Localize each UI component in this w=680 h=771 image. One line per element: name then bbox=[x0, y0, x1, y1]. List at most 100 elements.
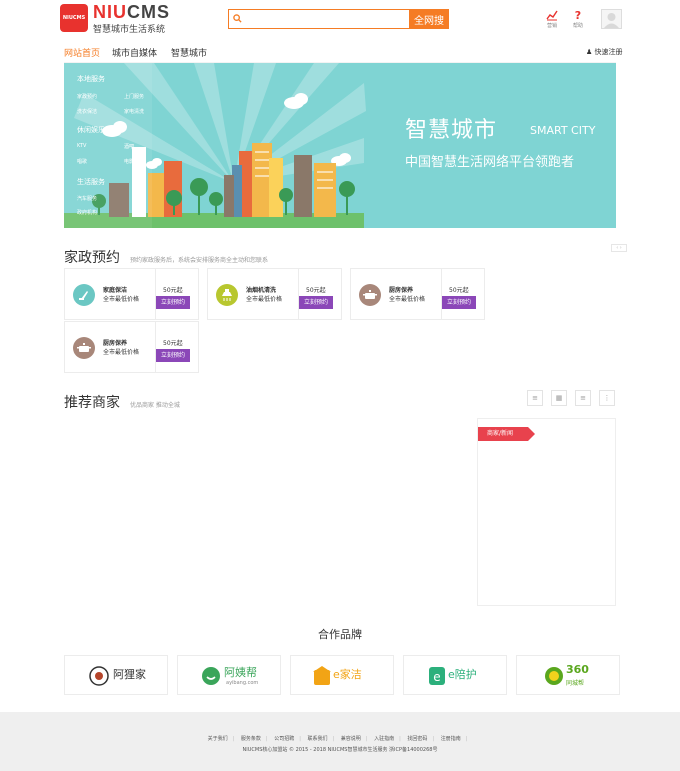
footer-link-separator: | bbox=[432, 736, 435, 742]
brand-logo-icon bbox=[313, 666, 331, 685]
service-name: 油烟机清洗 bbox=[246, 287, 277, 294]
service-card[interactable]: 家庭保洁 全市最低价格 50元起 立刻预约 bbox=[64, 268, 199, 320]
service-desc: 全市最低价格 bbox=[103, 349, 140, 356]
user-icon: ♟ bbox=[586, 48, 593, 56]
menu-item[interactable]: 唱歌 bbox=[77, 158, 87, 165]
service-card[interactable]: 厨房保养 全市最低价格 50元起 立刻预约 bbox=[64, 321, 199, 373]
menu-heading-local-services[interactable]: 本地服务 bbox=[77, 74, 105, 84]
pot-icon bbox=[73, 337, 95, 359]
footer-link[interactable]: 注册指南 bbox=[441, 735, 461, 742]
category-icon[interactable]: ≡ bbox=[575, 390, 591, 406]
menu-item[interactable]: 家电清洗 bbox=[124, 108, 144, 115]
book-now-button[interactable]: 立刻预约 bbox=[156, 296, 190, 309]
help-link[interactable]: ? 帮助 bbox=[567, 9, 589, 29]
search-box: 全网搜 bbox=[228, 9, 449, 29]
search-button[interactable]: 全网搜 bbox=[409, 9, 449, 29]
brand-sub: ayibang.com bbox=[226, 680, 259, 686]
grid-icon[interactable]: ▦ bbox=[551, 390, 567, 406]
nav-item-smart-city[interactable]: 智慧城市 bbox=[171, 46, 207, 59]
merchant-news-panel: 商家/新闻 bbox=[477, 418, 616, 606]
brand-name: e陪护 bbox=[448, 668, 477, 681]
brand-card[interactable]: 阿狸家 bbox=[64, 655, 168, 695]
banner-slogan: 中国智慧生活网络平台领跑者 bbox=[405, 155, 575, 170]
site-logo[interactable]: NIUCMS NIUCMS 智慧城市生活系统 bbox=[60, 2, 170, 36]
more-icon[interactable]: ⋮ bbox=[599, 390, 615, 406]
card-divider bbox=[155, 322, 156, 372]
service-desc: 全市最低价格 bbox=[389, 296, 426, 303]
brand-logo-icon: e bbox=[429, 667, 445, 685]
partners-title: 合作品牌 bbox=[318, 628, 362, 641]
hero-banner[interactable]: 本地服务 家政预约 上门服务 洗衣保洁 家电清洗 休闲娱乐 KTV 酒吧 唱歌 … bbox=[64, 63, 616, 228]
menu-item[interactable]: 酒吧 bbox=[124, 143, 134, 150]
footer-link-separator: | bbox=[399, 736, 401, 742]
nav-item-home[interactable]: 网站首页 bbox=[64, 46, 100, 59]
book-now-button[interactable]: 立刻预约 bbox=[299, 296, 333, 309]
footer-link-separator: | bbox=[299, 736, 301, 742]
card-divider bbox=[155, 269, 156, 319]
quick-register-label: 快速注册 bbox=[594, 48, 623, 56]
service-price: 50元起 bbox=[163, 340, 183, 347]
footer-link[interactable]: 联系我们 bbox=[308, 735, 328, 742]
svg-text:?: ? bbox=[575, 9, 581, 21]
range-hood-icon bbox=[216, 284, 238, 306]
card-divider bbox=[441, 269, 442, 319]
nav-item-city-media[interactable]: 城市自媒体 bbox=[112, 46, 157, 59]
footer-link-separator: | bbox=[265, 736, 268, 742]
service-card[interactable]: 厨房保养 全市最低价格 50元起 立刻预约 bbox=[350, 268, 485, 320]
menu-item[interactable]: 洗衣保洁 bbox=[77, 108, 97, 115]
footer-link[interactable]: 找回密码 bbox=[407, 735, 427, 742]
service-card[interactable]: 油烟机清洗 全市最低价格 50元起 立刻预约 bbox=[207, 268, 342, 320]
merchant-news-tag[interactable]: 商家/新闻 bbox=[478, 427, 535, 441]
brand-card[interactable]: e家洁 bbox=[290, 655, 394, 695]
site-footer: 关于我们 | 服务条款 | 公司招聘 | 联系我们 | 兼容说明 | 入驻指南 | 找回密码… bbox=[0, 712, 680, 771]
menu-item[interactable]: KTV bbox=[77, 143, 86, 149]
brand-card[interactable]: e e陪护 bbox=[403, 655, 507, 695]
menu-item[interactable]: 电影 bbox=[124, 158, 134, 165]
footer-link[interactable]: 公司招聘 bbox=[274, 735, 294, 742]
banner-title: 智慧城市 bbox=[405, 118, 498, 143]
brand-name: 阿姨帮 bbox=[224, 666, 257, 679]
footer-link[interactable]: 兼容说明 bbox=[341, 735, 361, 742]
brand-logo-icon bbox=[89, 666, 109, 686]
logo-subtitle: 智慧城市生活系统 bbox=[93, 25, 166, 35]
user-silhouette-icon bbox=[604, 13, 619, 28]
broom-icon bbox=[73, 284, 95, 306]
marketing-link[interactable]: 营销 bbox=[541, 9, 563, 29]
marketing-label: 营销 bbox=[546, 23, 557, 29]
chart-icon bbox=[546, 10, 558, 21]
question-icon: ? bbox=[575, 9, 581, 21]
footer-link[interactable]: 关于我们 bbox=[208, 735, 228, 742]
service-price: 50元起 bbox=[306, 287, 326, 294]
housekeeping-subtitle: 预约家政服务后，系统会安排服务商全主动和您联系 bbox=[130, 257, 269, 264]
footer-link[interactable]: 服务条款 bbox=[241, 735, 261, 742]
merchants-title: 推荐商家 bbox=[64, 395, 120, 411]
svg-text:e: e bbox=[433, 670, 440, 684]
search-input[interactable] bbox=[245, 10, 409, 28]
footer-link[interactable]: 入驻指南 bbox=[374, 735, 394, 742]
book-now-button[interactable]: 立刻预约 bbox=[156, 349, 190, 362]
footer-link-separator: | bbox=[332, 736, 335, 742]
brand-card[interactable]: 阿姨帮 ayibang.com bbox=[177, 655, 281, 695]
menu-item[interactable]: 家政预约 bbox=[77, 93, 97, 100]
menu-heading-life-services[interactable]: 生活服务 bbox=[77, 177, 105, 187]
brand-card[interactable]: 360 同城帮 bbox=[516, 655, 620, 695]
service-desc: 全市最低价格 bbox=[103, 296, 140, 303]
quick-register-link[interactable]: ♟ 快速注册 bbox=[586, 47, 623, 57]
brand-logo-icon bbox=[545, 667, 563, 685]
logo-wordmark: NIUCMS bbox=[93, 2, 170, 23]
avatar[interactable] bbox=[601, 9, 622, 29]
housekeeping-title: 家政预约 bbox=[64, 250, 120, 266]
menu-item[interactable]: 政府机构 bbox=[77, 209, 97, 216]
menu-item[interactable]: 汽车服务 bbox=[77, 195, 97, 202]
list-icon[interactable]: ≡ bbox=[527, 390, 543, 406]
slider-pager[interactable]: ‹ › bbox=[611, 244, 627, 252]
book-now-button[interactable]: 立刻预约 bbox=[442, 296, 476, 309]
footer-link-separator: | bbox=[365, 736, 368, 742]
footer-link-separator: | bbox=[465, 736, 468, 742]
service-price: 50元起 bbox=[449, 287, 469, 294]
menu-item[interactable]: 上门服务 bbox=[124, 93, 144, 100]
menu-heading-leisure[interactable]: 休闲娱乐 bbox=[77, 125, 105, 135]
logo-word-b: CMS bbox=[127, 2, 170, 22]
service-name: 厨房保养 bbox=[389, 287, 414, 294]
banner-category-menu: 本地服务 家政预约 上门服务 洗衣保洁 家电清洗 休闲娱乐 KTV 酒吧 唱歌 … bbox=[64, 63, 152, 228]
